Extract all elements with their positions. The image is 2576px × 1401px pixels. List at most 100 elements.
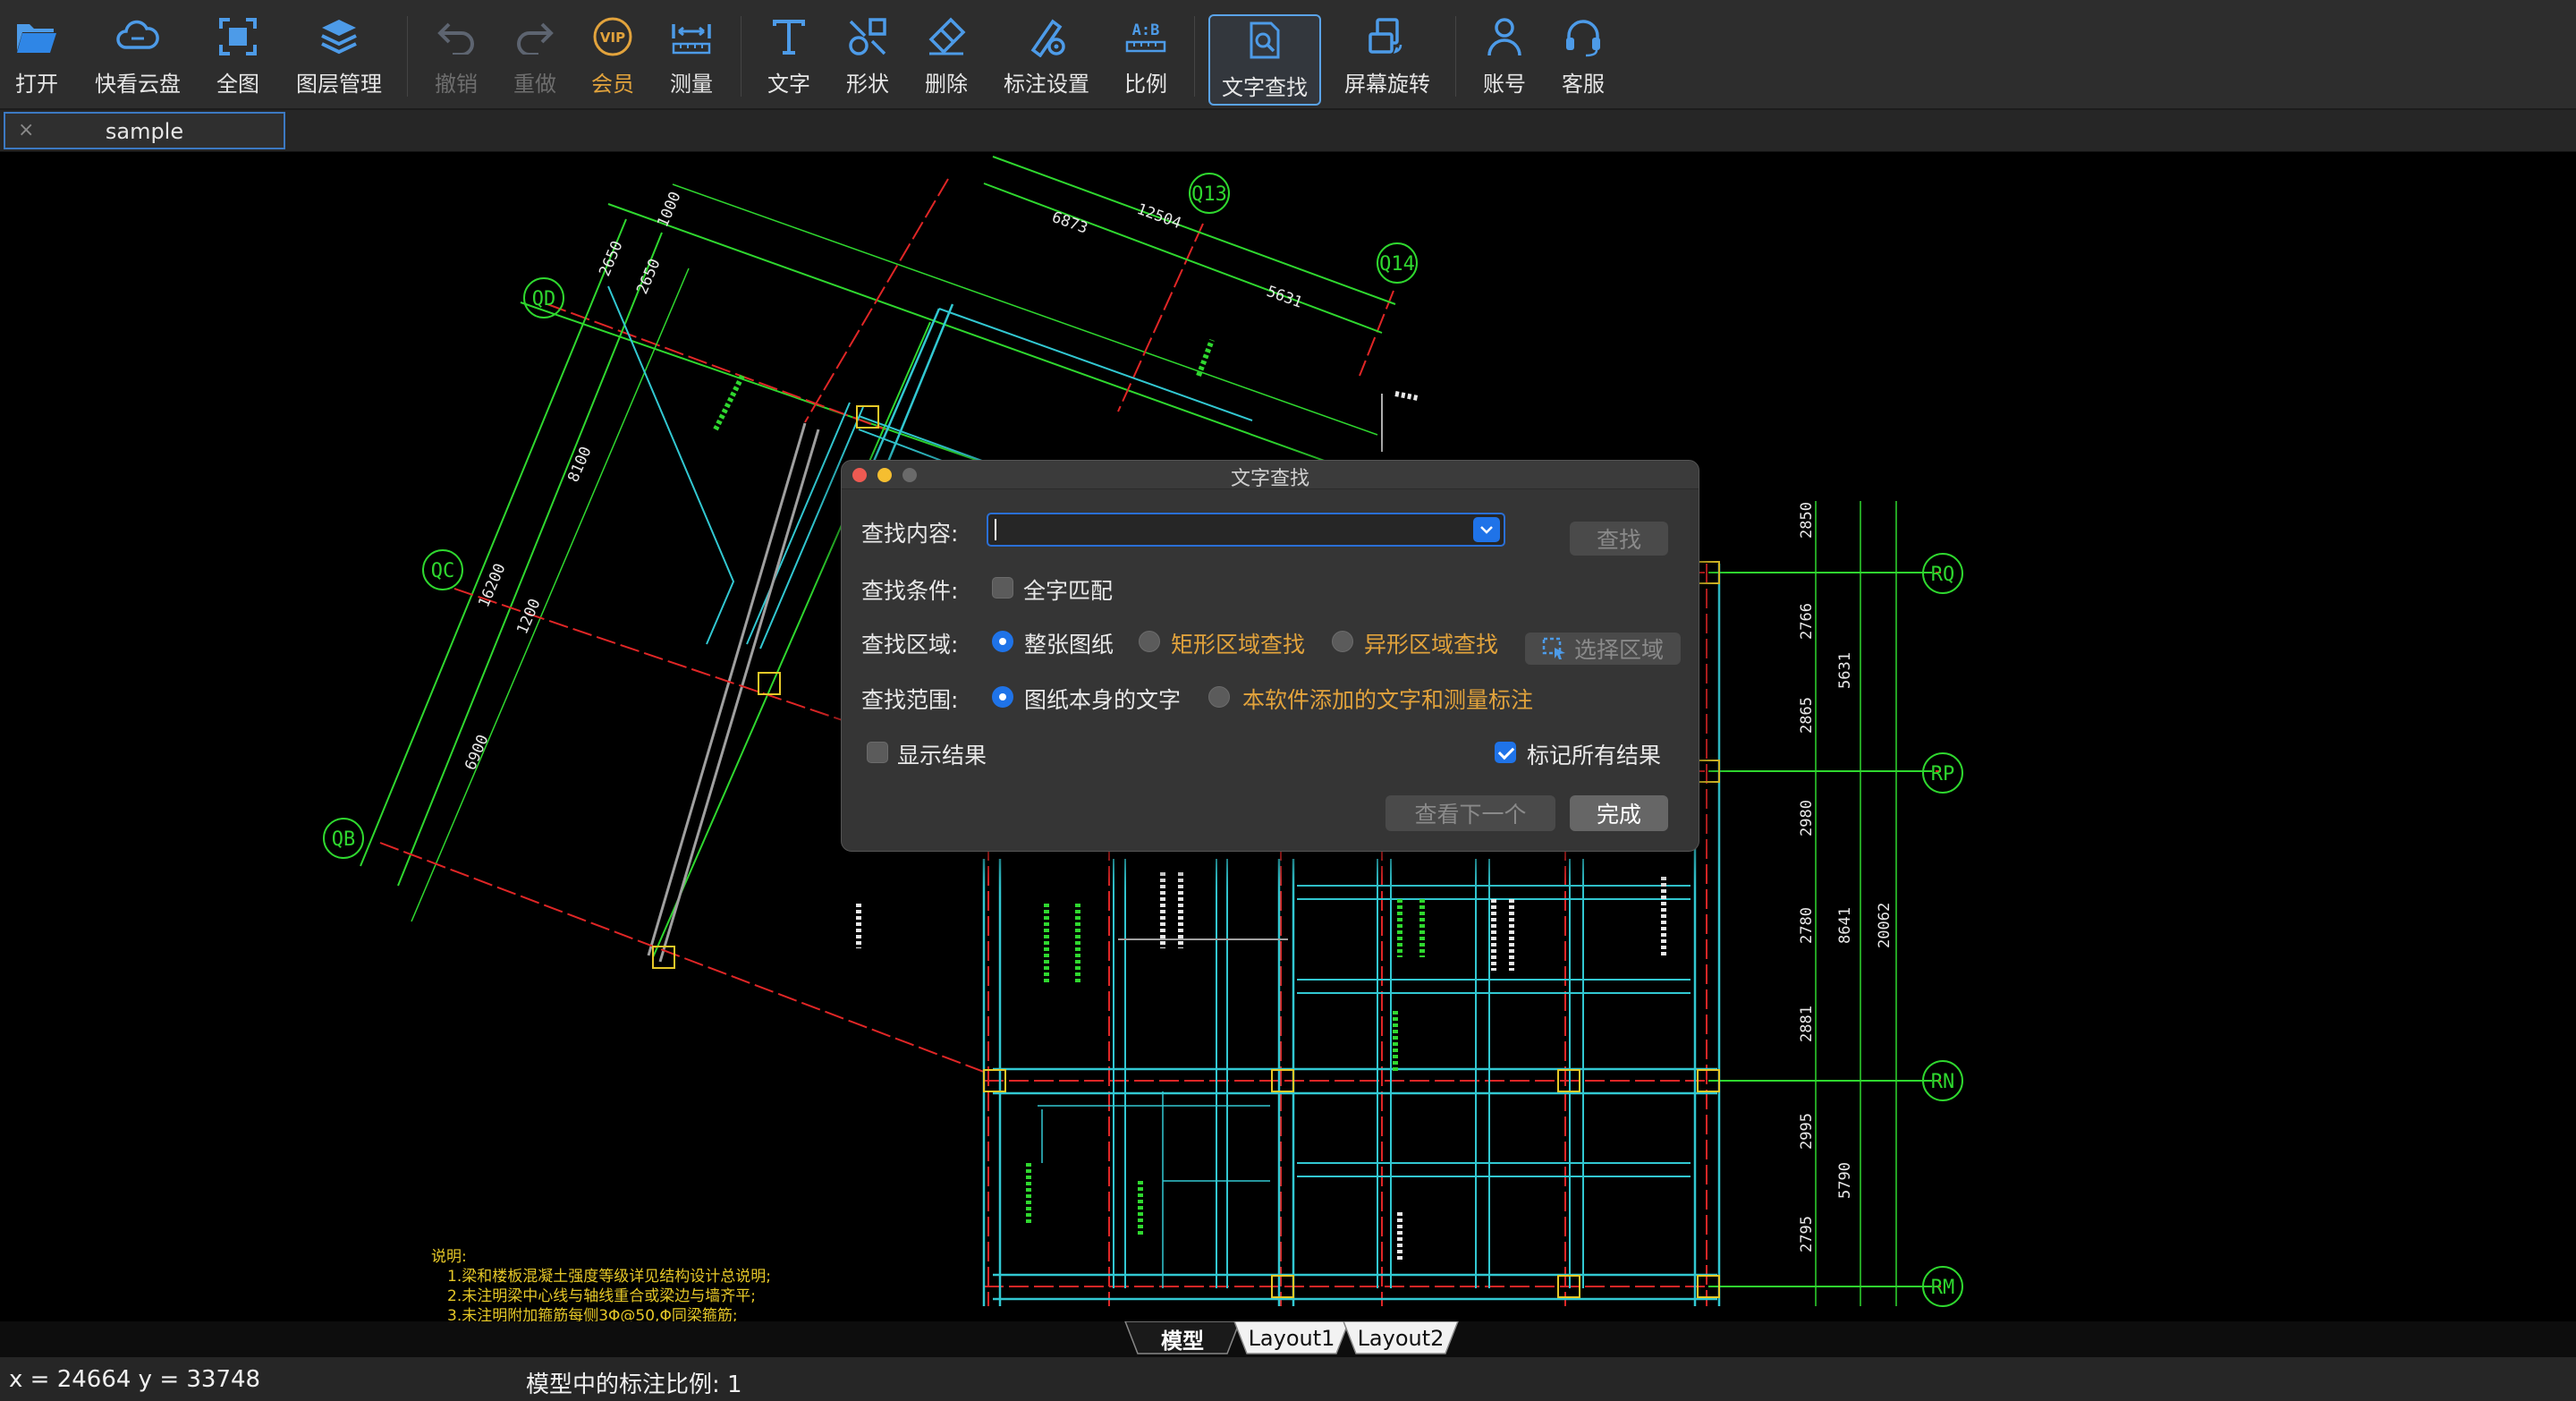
toolbar: 打开 快看云盘 全图 图层管理 撤销 重做 VIP 会员 测量 文字 形状 删除… [0,0,2576,110]
screen-rotate-icon [1362,13,1412,61]
axis-label: QC [431,560,455,582]
search-button[interactable]: 查找 [1570,522,1668,556]
svg-text:5631: 5631 [1264,283,1304,312]
folder-open-icon [12,13,62,61]
axis-label: QD [532,288,556,310]
svg-text:2650: 2650 [596,238,626,279]
svg-text:2881: 2881 [1798,1006,1816,1042]
svg-text:5790: 5790 [1836,1162,1854,1199]
tab-layout1[interactable]: Layout1 [1247,1321,1336,1355]
svg-text:1000: 1000 [654,189,684,230]
customer-service-button[interactable]: 客服 [1556,13,1610,104]
shape-button[interactable]: 形状 [841,13,894,104]
search-input[interactable] [992,516,1457,543]
layer-manager-button[interactable]: 图层管理 [292,13,386,104]
svg-text:2980: 2980 [1798,800,1816,836]
svg-text:6900: 6900 [462,732,492,773]
whole-drawing-radio[interactable] [992,631,1013,652]
axis-label: RN [1931,1071,1955,1093]
svg-text:说明:: 说明: [431,1248,467,1266]
svg-text:2995: 2995 [1798,1113,1816,1150]
svg-text:2.未注明梁中心线与轴线重合或梁边与墙齐平;: 2.未注明梁中心线与轴线重合或梁边与墙齐平; [447,1287,756,1305]
svg-text:VIP: VIP [600,30,625,46]
show-results-checkbox[interactable] [867,742,888,763]
cloud-icon [113,13,163,61]
undo-icon [431,13,481,61]
status-bar: x = 24664 y = 33748 模型中的标注比例: 1 [0,1357,2576,1401]
full-view-button[interactable]: 全图 [211,13,265,104]
whole-word-checkbox[interactable] [992,577,1013,599]
ruler-icon [666,13,716,61]
delete-button[interactable]: 删除 [919,13,973,104]
svg-text:1.梁和楼板混凝土强度等级详见结构设计总说明;: 1.梁和楼板混凝土强度等级详见结构设计总说明; [447,1268,771,1286]
chevron-down-icon [1480,526,1493,534]
axis-label: RQ [1931,564,1955,586]
whole-drawing-label: 整张图纸 [1024,632,1114,658]
text-search-button[interactable]: 文字查找 [1208,14,1321,106]
tab-title: sample [105,119,184,144]
svg-text:16200: 16200 [475,561,509,610]
dropdown-button[interactable] [1473,517,1500,542]
search-condition-label: 查找条件: [861,578,959,604]
account-icon [1479,13,1530,61]
annotation-settings-button[interactable]: 标注设置 [1000,13,1093,104]
mark-all-results-label: 标记所有结果 [1527,743,1662,768]
redo-icon [510,13,560,61]
rect-area-radio[interactable] [1139,631,1160,652]
svg-text:2795: 2795 [1798,1216,1816,1252]
dialog-title: 文字查找 [1230,468,1309,490]
mark-all-results-checkbox[interactable] [1495,742,1516,763]
cloud-drive-button[interactable]: 快看云盘 [89,13,186,104]
drawing-text-radio[interactable] [992,686,1013,708]
document-tab-bar: × sample [0,110,2576,152]
added-annotations-radio[interactable] [1208,686,1230,708]
added-annotations-label: 本软件添加的文字和测量标注 [1242,687,1534,713]
shape-icon [843,13,893,61]
redo-button[interactable]: 重做 [508,13,562,104]
view-next-button[interactable]: 查看下一个 [1385,795,1555,831]
fit-view-icon [213,13,263,61]
vip-button[interactable]: VIP 会员 [586,13,640,104]
text-button[interactable]: 文字 [762,13,816,104]
document-tab-sample[interactable]: × sample [4,112,285,149]
eraser-icon [921,13,971,61]
svg-text:2780: 2780 [1798,907,1816,944]
svg-text:A:B: A:B [1132,21,1160,39]
svg-text:6873: 6873 [1049,208,1089,238]
dialog-titlebar[interactable]: 文字查找 [842,461,1699,490]
svg-text:3.未注明附加箍筋每侧3Φ@50,Φ同梁箍筋;: 3.未注明附加箍筋每侧3Φ@50,Φ同梁箍筋; [447,1307,738,1321]
measure-button[interactable]: 测量 [665,13,718,104]
search-scope-label: 查找范围: [861,687,959,713]
done-button[interactable]: 完成 [1570,795,1668,831]
layers-icon [314,13,364,61]
axis-label: Q13 [1191,183,1227,206]
axis-label: QB [332,828,356,851]
search-content-label: 查找内容: [861,521,959,547]
rect-area-label: 矩形区域查找 [1171,632,1306,658]
screen-rotate-button[interactable]: 屏幕旋转 [1340,13,1435,104]
tab-model[interactable]: 模型 [1138,1321,1227,1355]
whole-word-label: 全字匹配 [1023,578,1114,604]
cursor-coordinates: x = 24664 y = 33748 [9,1366,261,1393]
irregular-area-radio[interactable] [1332,631,1353,652]
toolbar-separator [1455,16,1456,97]
select-area-icon [1542,637,1565,659]
search-combobox[interactable] [987,513,1505,547]
text-search-dialog: 文字查找 查找内容: 查找 查找条件: 全字匹配 查找区域: 整张图纸 矩形区域… [841,460,1699,852]
svg-text:8100: 8100 [564,444,595,485]
svg-text:1200: 1200 [513,596,544,637]
svg-text:5631: 5631 [1836,652,1854,689]
tab-layout2[interactable]: Layout2 [1356,1321,1445,1355]
svg-text:2650: 2650 [633,256,664,297]
select-area-button[interactable]: 选择区域 [1525,633,1681,665]
drawing-notes: 说明: 1.梁和楼板混凝土强度等级详见结构设计总说明; 2.未注明梁中心线与轴线… [431,1248,771,1321]
axis-label: RM [1931,1277,1955,1299]
open-button[interactable]: 打开 [9,13,64,104]
undo-button[interactable]: 撤销 [429,13,483,104]
scale-button[interactable]: A:B 比例 [1119,13,1173,104]
toolbar-separator [1194,16,1195,97]
svg-text:8641: 8641 [1836,907,1854,944]
account-button[interactable]: 账号 [1478,13,1531,104]
axis-label: RP [1931,763,1955,785]
text-cursor [995,519,996,540]
